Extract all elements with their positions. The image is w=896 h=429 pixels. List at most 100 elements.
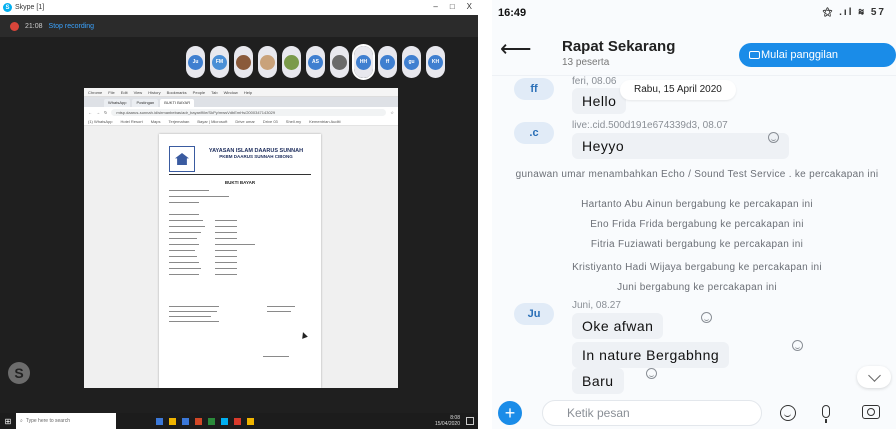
browser-tab[interactable]: WhatsApp [104, 99, 131, 107]
participant-chip[interactable]: AS [306, 46, 325, 78]
menu-item[interactable]: Window [224, 90, 238, 95]
screenshot-root: S Skype [1] – □ X 21:08 Stop recording J… [0, 0, 896, 429]
reaction-icon[interactable] [792, 340, 803, 351]
menu-item[interactable]: People [193, 90, 205, 95]
reaction-icon[interactable] [768, 132, 779, 143]
menu-item[interactable]: Tab [211, 90, 217, 95]
taskbar-app-icon[interactable] [195, 417, 202, 425]
browser-tab[interactable]: Postingan [132, 99, 159, 107]
back-arrow-icon[interactable]: ⟵ [500, 38, 532, 60]
maximize-button[interactable]: □ [450, 2, 455, 11]
reaction-icon[interactable] [701, 312, 712, 323]
bookmark-item[interactable]: Shell.my [286, 119, 301, 124]
video-camera-icon [749, 51, 760, 59]
bookmark-item[interactable]: (1) WhatsApp [88, 119, 112, 124]
taskbar-app-icon[interactable] [156, 417, 163, 425]
participant-chip[interactable] [234, 46, 253, 78]
document-text-line [169, 274, 199, 275]
plus-icon[interactable]: + [498, 401, 522, 425]
reload-icon[interactable]: ↻ [104, 110, 107, 115]
bookmark-item[interactable]: Drive umar [235, 119, 255, 124]
minimize-button[interactable]: – [433, 2, 437, 11]
document-text-line [215, 238, 237, 239]
school-logo [169, 146, 195, 172]
taskbar-search-placeholder: Type here to search [25, 418, 71, 424]
participant-chip[interactable] [282, 46, 301, 78]
bookmark-item[interactable]: Bayar | Microsoft [197, 119, 227, 124]
url-field[interactable]: mtsp.daarus-sunnah.id/sirmanbebas/adr_ba… [111, 109, 387, 116]
bookmark-item[interactable]: Kementrian Auditi [309, 119, 340, 124]
document-text-line [169, 196, 229, 197]
school-name: PKBM DAARUS SUNNAH CIBONG [219, 154, 293, 159]
taskbar-app-icon[interactable] [221, 417, 228, 425]
start-call-button[interactable]: Mulai panggilan [739, 43, 896, 67]
menu-item[interactable]: Bookmarks [167, 90, 187, 95]
chat-title[interactable]: Rapat Sekarang [562, 38, 675, 55]
participant-chip[interactable] [330, 46, 349, 78]
star-icon[interactable]: ☆ [390, 110, 394, 115]
pdf-page: YAYASAN ISLAM DAARUS SUNNAH PKBM DAARUS … [159, 134, 321, 388]
windows-start-icon[interactable]: ⊞ [0, 413, 16, 429]
camera-icon[interactable] [862, 405, 880, 419]
participant-chip[interactable] [258, 46, 277, 78]
house-icon [175, 153, 189, 165]
system-message: Kristiyanto Hadi Wijaya bergabung ke per… [572, 262, 822, 273]
chevron-down-icon [867, 368, 881, 382]
browser-tab[interactable]: BUKTI BAYAR [160, 99, 195, 107]
microphone-icon[interactable] [822, 405, 830, 423]
skype-floating-icon[interactable]: S [8, 362, 30, 384]
menu-item[interactable]: Edit [121, 90, 128, 95]
letterhead-divider [169, 174, 311, 175]
menu-item[interactable]: File [108, 90, 114, 95]
scroll-down-button[interactable] [857, 366, 891, 388]
status-icons: ⚝ .ıl ≋ 57 [822, 7, 886, 18]
document-text-line [215, 256, 237, 257]
menu-item[interactable]: Chrome [88, 90, 102, 95]
taskbar-app-icon[interactable] [234, 417, 241, 425]
message-bubble[interactable]: In nature Bergabhng [572, 342, 730, 368]
menu-item[interactable]: History [148, 90, 160, 95]
taskbar-search[interactable]: ⌕ Type here to search [16, 413, 116, 429]
menu-item[interactable]: Help [244, 90, 252, 95]
participant-chip[interactable]: gu [402, 46, 421, 78]
message-bubble[interactable]: Heyyo [572, 133, 789, 159]
participant-chip[interactable]: FM [210, 46, 229, 78]
close-button[interactable]: X [467, 2, 472, 11]
document-text-line [169, 250, 195, 251]
system-tray-clock[interactable]: 8:08 15/04/2020 [435, 415, 460, 427]
taskbar-app-icon[interactable] [169, 417, 176, 425]
message-bubble[interactable]: Oke afwan [572, 313, 664, 339]
taskbar-apps [156, 417, 254, 425]
stop-recording-link[interactable]: Stop recording [49, 23, 95, 30]
bookmark-item[interactable]: Maps [151, 119, 161, 124]
document-text-line [169, 226, 205, 227]
participant-chip[interactable]: HH [352, 44, 375, 80]
avatar[interactable]: .c [514, 122, 554, 144]
forward-icon[interactable]: → [96, 110, 100, 115]
menu-item[interactable]: View [134, 90, 143, 95]
message-bubble[interactable]: Hello [572, 88, 627, 114]
notification-icon[interactable] [466, 417, 474, 425]
participant-chip[interactable]: ff [378, 46, 397, 78]
message-bubble[interactable]: Baru [572, 368, 624, 394]
participant-chip[interactable]: Ju [186, 46, 205, 78]
bookmark-item[interactable]: Hotel Resort [120, 119, 142, 124]
avatar[interactable]: Ju [514, 303, 554, 325]
taskbar-app-icon[interactable] [208, 417, 215, 425]
document-text-line [215, 250, 237, 251]
avatar[interactable]: ff [514, 78, 554, 100]
document-text-line [169, 202, 199, 203]
taskbar-app-icon[interactable] [247, 417, 254, 425]
taskbar-app-icon[interactable] [182, 417, 189, 425]
bookmark-item[interactable]: Terjemahan [168, 119, 189, 124]
message-input[interactable] [542, 400, 762, 426]
document-text-line [169, 262, 199, 263]
reaction-icon[interactable] [646, 368, 657, 379]
system-message: Hartanto Abu Ainun bergabung ke percakap… [581, 199, 813, 210]
back-icon[interactable]: ← [88, 110, 92, 115]
participant-chip[interactable]: KH [426, 46, 445, 78]
bookmark-item[interactable]: Drive 03 [263, 119, 278, 124]
smiley-icon[interactable] [780, 405, 796, 421]
browser-address-bar: ← → ↻ mtsp.daarus-sunnah.id/sirmanbebas/… [84, 107, 398, 118]
participant-avatar: AS [308, 54, 323, 70]
